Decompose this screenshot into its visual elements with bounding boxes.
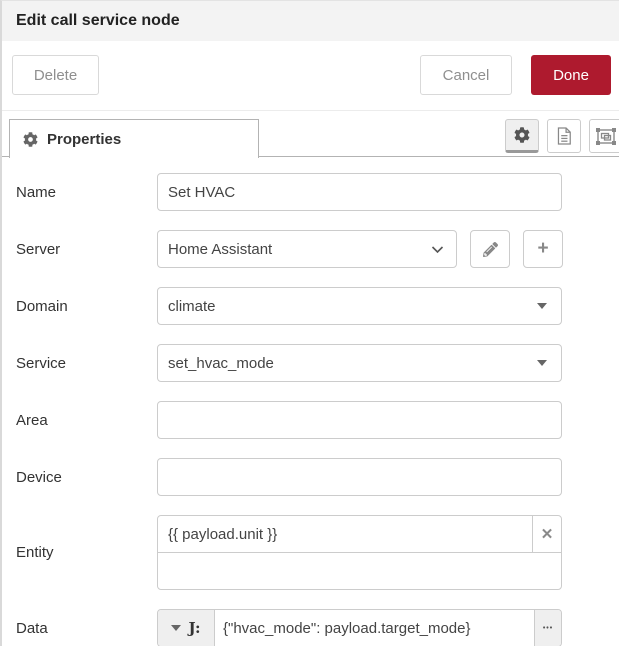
area-label: Area [16,412,157,429]
tab-buttons-group [505,119,619,153]
properties-form: Name Server Home Assistant [2,157,619,646]
tab-properties-label: Properties [47,131,121,148]
entity-input-1[interactable] [158,516,532,552]
dialog-toolbar: Delete Cancel Done [2,41,619,111]
dialog-title: Edit call service node [16,12,180,30]
remove-entity-button[interactable]: ✕ [532,516,561,552]
service-label: Service [16,355,157,372]
object-group-icon [596,128,616,145]
properties-view-button[interactable] [505,119,539,153]
name-row: Name [16,173,562,211]
data-type-button[interactable]: J: [158,610,215,646]
service-value: set_hvac_mode [168,355,274,372]
delete-button[interactable]: Delete [12,55,99,95]
name-input[interactable] [157,173,562,211]
device-row: Device [16,458,562,496]
gear-icon [23,132,38,147]
entity-list-item [158,553,561,589]
domain-label: Domain [16,298,157,315]
data-typed-input: J: ••• [157,609,562,646]
server-select[interactable]: Home Assistant [157,230,457,268]
jsonata-icon: J: [188,619,200,637]
server-row: Server Home Assistant + [16,230,562,268]
plus-icon: + [537,238,548,260]
editor-tabs: Properties [2,119,619,157]
device-input[interactable] [157,458,562,496]
caret-down-icon [537,303,547,309]
caret-down-icon [537,360,547,366]
expand-editor-button[interactable]: ••• [534,610,561,646]
name-label: Name [16,184,157,201]
entity-input-2[interactable] [158,553,561,589]
ellipsis-icon: ••• [543,625,553,632]
appearance-view-button[interactable] [589,119,619,153]
area-input[interactable] [157,401,562,439]
dialog-header: Edit call service node [2,1,619,41]
done-button[interactable]: Done [531,55,611,95]
edit-node-dialog: Edit call service node Delete Cancel Don… [0,0,619,646]
document-icon [556,127,572,145]
domain-value: climate [168,298,216,315]
service-input[interactable]: set_hvac_mode [157,344,562,382]
entity-row: Entity ✕ [16,515,562,590]
tab-properties[interactable]: Properties [9,119,259,158]
area-row: Area [16,401,562,439]
cancel-button[interactable]: Cancel [420,55,512,95]
domain-input[interactable]: climate [157,287,562,325]
data-row: Data J: ••• [16,609,562,646]
domain-row: Domain climate [16,287,562,325]
entity-list-item: ✕ [158,516,561,553]
server-select-value: Home Assistant [168,241,272,258]
chevron-down-icon [431,245,444,254]
description-view-button[interactable] [547,119,581,153]
service-row: Service set_hvac_mode [16,344,562,382]
edit-server-button[interactable] [470,230,510,268]
entity-label: Entity [16,544,157,561]
x-icon: ✕ [541,526,554,543]
device-label: Device [16,469,157,486]
gear-icon [514,127,530,143]
server-label: Server [16,241,157,258]
add-server-button[interactable]: + [523,230,563,268]
entity-list: ✕ [157,515,562,590]
caret-down-icon [171,625,181,631]
data-label: Data [16,620,157,637]
pencil-icon [483,242,498,257]
data-input[interactable] [215,610,534,646]
